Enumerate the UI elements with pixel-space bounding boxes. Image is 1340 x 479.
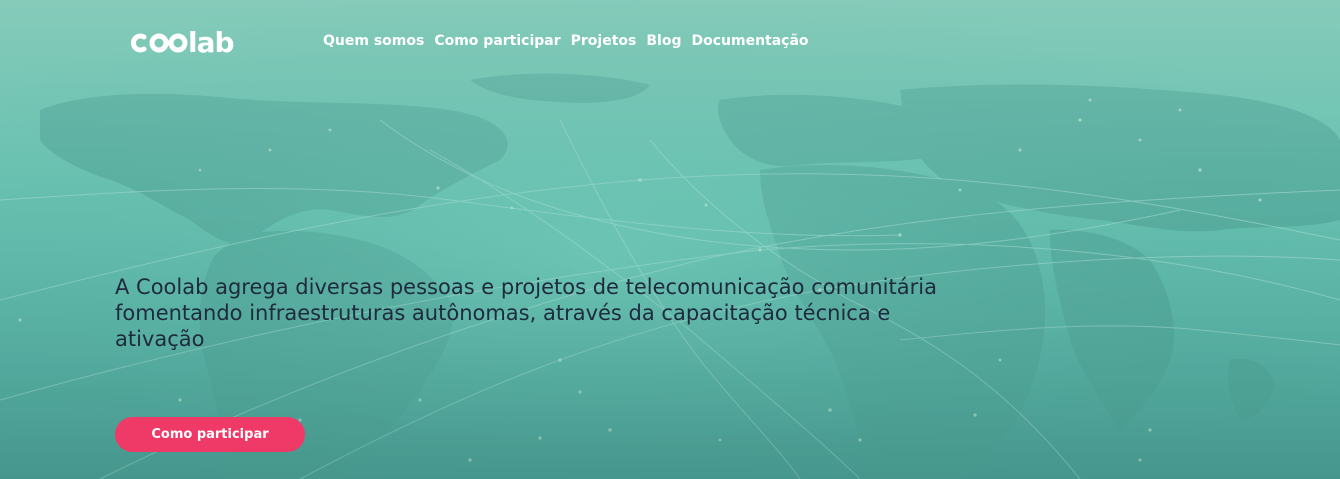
nav-projetos[interactable]: Projetos [571,31,637,51]
coolab-logo[interactable]: lab [128,25,250,67]
nav-como-participar[interactable]: Como participar [434,31,560,51]
hero-section: lab Quem somos Como participar Projetos … [0,0,1340,479]
nav-blog[interactable]: Blog [646,31,681,51]
nav-quem-somos[interactable]: Quem somos [323,31,424,51]
como-participar-button[interactable]: Como participar [115,417,305,452]
nav-documentacao[interactable]: Documentação [691,31,808,51]
hero-headline: A Coolab agrega diversas pessoas e proje… [115,275,937,351]
main-nav: Quem somos Como participar Projetos Blog… [323,31,819,51]
coolab-logo-icon: lab [130,26,235,59]
world-map-background-icon [0,0,1340,479]
svg-text:lab: lab [188,26,234,59]
